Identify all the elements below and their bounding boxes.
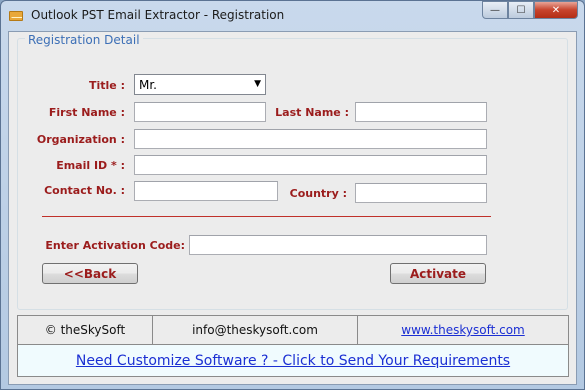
copyright-text: © theSkySoft [18, 316, 153, 344]
title-select-value: Mr. [139, 77, 157, 92]
organization-field[interactable] [134, 129, 487, 149]
title-label: Title : [89, 79, 125, 92]
window-controls: — ☐ ✕ [482, 1, 578, 19]
email-field[interactable] [134, 155, 487, 175]
registration-detail-legend: Registration Detail [25, 33, 143, 47]
customize-software-link[interactable]: Need Customize Software ? - Click to Sen… [18, 345, 568, 376]
envelope-icon [9, 11, 23, 21]
registration-window: Outlook PST Email Extractor - Registrati… [0, 0, 585, 390]
title-bar[interactable]: Outlook PST Email Extractor - Registrati… [1, 1, 584, 31]
contact-email-text: info@theskysoft.com [153, 316, 358, 344]
chevron-down-icon[interactable]: ▼ [254, 79, 261, 89]
back-button[interactable]: <<Back [42, 263, 138, 284]
contact-field[interactable] [134, 181, 278, 201]
email-label: Email ID * : [56, 159, 125, 172]
close-button[interactable]: ✕ [534, 1, 578, 19]
minimize-button[interactable]: — [482, 1, 508, 19]
first-name-field[interactable] [134, 102, 266, 122]
activation-code-label: Enter Activation Code: [45, 239, 185, 252]
activate-button[interactable]: Activate [390, 263, 486, 284]
footer-info-row: © theSkySoft info@theskysoft.com www.the… [18, 316, 568, 345]
last-name-field[interactable] [355, 102, 487, 122]
contact-label: Contact No. : [44, 184, 125, 197]
client-area: Registration Detail Title : Mr. ▼ First … [8, 31, 577, 385]
footer: © theSkySoft info@theskysoft.com www.the… [17, 315, 569, 377]
activation-code-field[interactable] [189, 235, 487, 255]
website-link[interactable]: www.theskysoft.com [358, 316, 568, 344]
maximize-button[interactable]: ☐ [508, 1, 534, 19]
country-label: Country : [289, 187, 347, 200]
form-separator [42, 216, 491, 217]
window-title: Outlook PST Email Extractor - Registrati… [31, 8, 285, 22]
last-name-label: Last Name : [275, 106, 349, 119]
country-field[interactable] [355, 183, 487, 203]
organization-label: Organization : [36, 133, 125, 146]
first-name-label: First Name : [48, 106, 125, 119]
title-select[interactable]: Mr. ▼ [134, 74, 266, 95]
